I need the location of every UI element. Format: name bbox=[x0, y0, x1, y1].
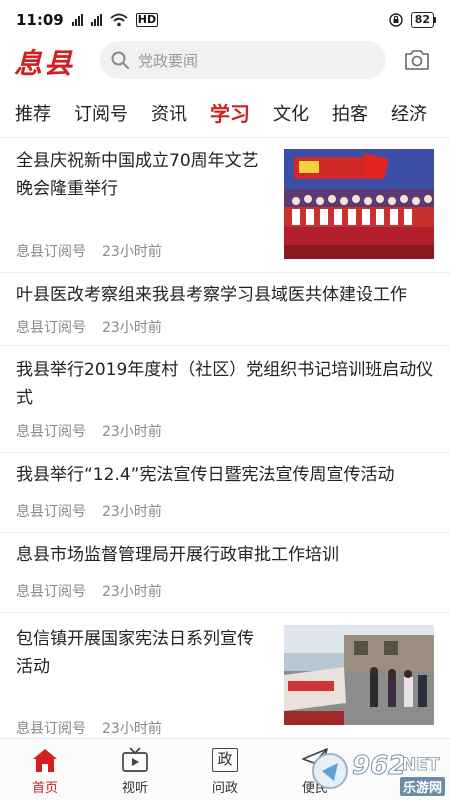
nav-wenzheng-label: 问政 bbox=[211, 781, 238, 796]
site-watermark: 962 NET 乐游网 bbox=[308, 745, 450, 800]
tab-zixun[interactable]: 资讯 bbox=[151, 100, 187, 126]
article-source: 息县订阅号 bbox=[16, 320, 86, 336]
article-meta: 息县订阅号 23小时前 bbox=[16, 317, 162, 337]
list-item[interactable]: 我县举行“12.4”宪法宣传日暨宪法宣传周宣传活动 息县订阅号 23小时前 bbox=[0, 453, 450, 533]
article-source: 息县订阅号 bbox=[16, 244, 86, 260]
tab-wenhua[interactable]: 文化 bbox=[273, 100, 309, 126]
article-time: 23小时前 bbox=[102, 584, 162, 600]
article-source: 息县订阅号 bbox=[16, 721, 86, 737]
list-item[interactable]: 息县市场监督管理局开展行政审批工作培训 息县订阅号 23小时前 bbox=[0, 533, 450, 613]
home-icon bbox=[33, 749, 57, 772]
nav-video[interactable]: 视听 bbox=[90, 739, 180, 800]
wifi-icon bbox=[110, 13, 128, 27]
category-tabs: 推荐 订阅号 资讯 学习 文化 拍客 经济 bbox=[0, 88, 450, 138]
camera-icon[interactable] bbox=[404, 48, 430, 72]
article-meta: 息县订阅号 23小时前 bbox=[16, 241, 162, 261]
list-item[interactable]: 全县庆祝新中国成立70周年文艺晚会隆重举行 息县订阅号 23小时前 bbox=[0, 139, 450, 273]
article-meta: 息县订阅号 23小时前 bbox=[16, 421, 162, 441]
article-title: 息县市场监督管理局开展行政审批工作培训 bbox=[16, 545, 339, 565]
watermark-subtitle: 乐游网 bbox=[400, 777, 446, 796]
tab-paike[interactable]: 拍客 bbox=[332, 100, 368, 126]
signal-icon-2 bbox=[90, 14, 102, 26]
watermark-brand: 962 bbox=[351, 751, 407, 782]
article-meta: 息县订阅号 23小时前 bbox=[16, 501, 162, 521]
tab-tuijian[interactable]: 推荐 bbox=[15, 100, 51, 126]
zheng-icon: 政 bbox=[210, 746, 240, 774]
article-time: 23小时前 bbox=[102, 424, 162, 440]
article-meta: 息县订阅号 23小时前 bbox=[16, 581, 162, 601]
article-title: 全县庆祝新中国成立70周年文艺晚会隆重举行 bbox=[16, 151, 259, 199]
article-source: 息县订阅号 bbox=[16, 504, 86, 520]
battery-icon: 82 bbox=[410, 12, 436, 28]
nav-wenzheng[interactable]: 政 问政 bbox=[180, 739, 270, 800]
status-bar: 11:09 HD 82 bbox=[0, 0, 450, 40]
status-time: 11:09 bbox=[16, 11, 64, 29]
tab-dingyuehao[interactable]: 订阅号 bbox=[74, 100, 128, 126]
tab-jingji[interactable]: 经济 bbox=[391, 100, 427, 126]
lock-icon bbox=[388, 13, 403, 27]
app-header: 息县 党政要闻 bbox=[0, 40, 450, 84]
signal-icon bbox=[71, 14, 83, 26]
article-time: 23小时前 bbox=[102, 504, 162, 520]
tab-xuexi[interactable]: 学习 bbox=[210, 98, 250, 127]
article-title: 我县举行“12.4”宪法宣传日暨宪法宣传周宣传活动 bbox=[16, 465, 395, 485]
app-logo: 息县 bbox=[14, 47, 75, 80]
watermark-suffix: NET bbox=[402, 755, 440, 776]
article-meta: 息县订阅号 23小时前 bbox=[16, 718, 162, 738]
search-placeholder: 党政要闻 bbox=[138, 51, 199, 70]
article-title: 包信镇开展国家宪法日系列宣传活动 bbox=[16, 629, 254, 677]
article-title: 我县举行2019年度村（社区）党组织书记培训班启动仪式 bbox=[16, 360, 434, 408]
article-time: 23小时前 bbox=[102, 320, 162, 336]
article-thumbnail-gala bbox=[284, 149, 434, 259]
article-list: 全县庆祝新中国成立70周年文艺晚会隆重举行 息县订阅号 23小时前 叶县医改考察… bbox=[0, 139, 450, 743]
network-badge: HD bbox=[135, 13, 159, 27]
list-item[interactable]: 我县举行2019年度村（社区）党组织书记培训班启动仪式 息县订阅号 23小时前 bbox=[0, 346, 450, 453]
article-source: 息县订阅号 bbox=[16, 584, 86, 600]
article-source: 息县订阅号 bbox=[16, 424, 86, 440]
nav-home-label: 首页 bbox=[31, 781, 58, 796]
battery-level: 82 bbox=[410, 12, 434, 28]
nav-home[interactable]: 首页 bbox=[0, 739, 90, 800]
search-icon bbox=[111, 51, 129, 69]
article-time: 23小时前 bbox=[102, 244, 162, 260]
list-item[interactable]: 叶县医改考察组来我县考察学习县域医共体建设工作 息县订阅号 23小时前 bbox=[0, 273, 450, 346]
search-bar[interactable]: 党政要闻 bbox=[100, 41, 386, 79]
article-title: 叶县医改考察组来我县考察学习县域医共体建设工作 bbox=[16, 285, 407, 305]
tv-icon bbox=[122, 747, 148, 772]
nav-video-label: 视听 bbox=[121, 781, 148, 796]
article-thumbnail-outdoor bbox=[284, 625, 434, 725]
article-time: 23小时前 bbox=[102, 721, 162, 737]
zheng-glyph: 政 bbox=[212, 748, 238, 772]
list-item[interactable]: 包信镇开展国家宪法日系列宣传活动 息县订阅号 23小时前 bbox=[0, 613, 450, 743]
